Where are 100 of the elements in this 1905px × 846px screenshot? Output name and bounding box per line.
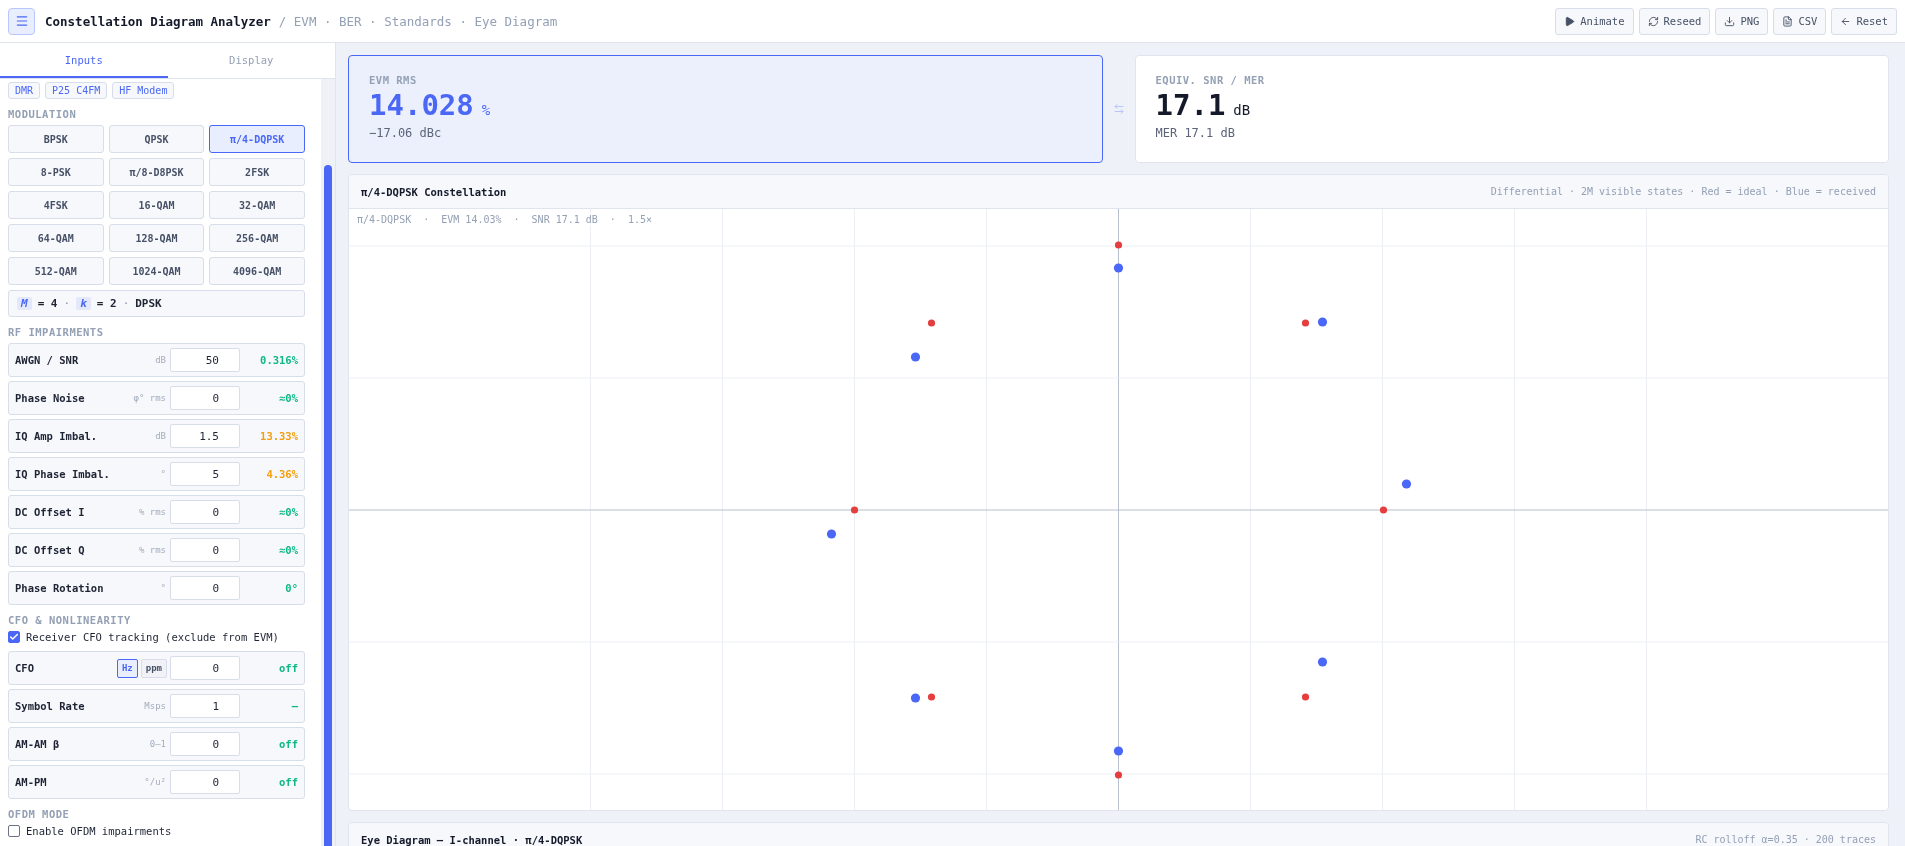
parameter-field[interactable]: 0 bbox=[170, 656, 240, 680]
modulation-option[interactable]: 4FSK bbox=[8, 191, 104, 219]
unit-toggle[interactable]: Hz bbox=[116, 658, 138, 678]
checkbox-label: Receiver CFO tracking (exclude from EVM) bbox=[26, 631, 279, 643]
modulation-option[interactable]: 512-QAM bbox=[8, 257, 104, 285]
card-note: RC rolloff α=0.35 · 200 traces bbox=[1695, 834, 1876, 845]
parameter-field[interactable]: 0 bbox=[170, 732, 240, 756]
evm-contribution: 4.36% bbox=[265, 468, 298, 480]
evm-contribution: 0° bbox=[284, 582, 298, 594]
play-icon bbox=[1564, 15, 1576, 27]
toolbar-button[interactable]: CSV bbox=[1773, 7, 1827, 35]
ideal-point bbox=[850, 506, 859, 514]
modulation-option[interactable]: 32-QAM bbox=[209, 191, 305, 219]
toolbar-button[interactable]: Animate bbox=[1555, 7, 1634, 35]
preset-chip[interactable]: HF Modem bbox=[112, 82, 175, 99]
symbol-badge: M bbox=[17, 297, 32, 310]
parameter-field[interactable]: 5 bbox=[170, 462, 240, 486]
parameter-field[interactable]: 1.5 bbox=[170, 424, 240, 448]
unit-label: ° bbox=[160, 583, 166, 593]
modulation-option[interactable]: π/8-D8PSK bbox=[108, 158, 205, 186]
modulation-option[interactable]: 16-QAM bbox=[108, 191, 205, 219]
toolbar-button[interactable]: Reseed bbox=[1638, 7, 1711, 35]
parameter-label: AM-PM bbox=[15, 776, 48, 788]
unit-label: °/u² bbox=[144, 777, 166, 787]
unit-label: % rms bbox=[138, 507, 166, 517]
breadcrumb: / EVM · BER · Standards · Eye Diagram bbox=[278, 13, 558, 29]
unit-label: dB bbox=[155, 355, 166, 365]
parameter-label: AM-AM β bbox=[15, 738, 61, 750]
ideal-point bbox=[927, 319, 936, 327]
parameter-field[interactable]: 0 bbox=[170, 576, 240, 600]
menu-button[interactable] bbox=[8, 7, 35, 35]
received-point bbox=[1113, 746, 1124, 756]
parameter-label: IQ Amp Imbal. bbox=[15, 430, 99, 442]
unit-label: φ° rms bbox=[133, 393, 166, 403]
parameter-field[interactable]: 0 bbox=[170, 770, 240, 794]
modulation-option[interactable]: QPSK bbox=[108, 125, 205, 153]
modulation-option[interactable]: 64-QAM bbox=[8, 224, 104, 252]
parameter-label: CFO bbox=[15, 662, 35, 674]
scrollbar-thumb[interactable] bbox=[324, 165, 332, 846]
parameter-field[interactable]: 1 bbox=[170, 694, 240, 718]
evm-contribution: ≈0% bbox=[278, 392, 298, 404]
modulation-option[interactable]: 4096-QAM bbox=[209, 257, 305, 285]
unit-toggle[interactable]: ppm bbox=[140, 658, 167, 678]
preset-chip[interactable]: P25 C4FM bbox=[45, 82, 108, 99]
modulation-option[interactable]: BPSK bbox=[8, 125, 104, 153]
evm-contribution: off bbox=[278, 662, 298, 674]
evm-contribution: off bbox=[278, 776, 298, 788]
evm-contribution: off bbox=[278, 738, 298, 750]
arrow-left-icon bbox=[1840, 15, 1852, 27]
modulation-option[interactable]: π/4-DQPSK bbox=[209, 125, 305, 153]
evm-contribution: — bbox=[290, 700, 298, 712]
parameter-label: Symbol Rate bbox=[15, 700, 86, 712]
ideal-point bbox=[1114, 771, 1123, 779]
parameter-field[interactable]: 50 bbox=[170, 348, 240, 372]
separator-dot: · bbox=[63, 297, 71, 310]
received-point bbox=[910, 352, 921, 362]
toolbar-button[interactable]: PNG bbox=[1715, 7, 1769, 35]
modulation-option[interactable]: 1024-QAM bbox=[108, 257, 205, 285]
received-point bbox=[1317, 317, 1328, 327]
metric-value: 17.1 bbox=[1155, 88, 1226, 122]
unit-label: ° bbox=[160, 469, 166, 479]
ideal-point bbox=[1379, 506, 1388, 514]
toolbar-button[interactable]: Reset bbox=[1831, 7, 1897, 35]
download-icon bbox=[1724, 15, 1736, 27]
card-title: π/4-DQPSK Constellation bbox=[361, 185, 507, 198]
parameter-label: AWGN / SNR bbox=[15, 354, 80, 366]
modulation-option[interactable]: 128-QAM bbox=[108, 224, 205, 252]
parameter-field[interactable]: 0 bbox=[170, 538, 240, 562]
unit-label: Msps bbox=[144, 701, 166, 711]
parameter-label: Phase Noise bbox=[15, 392, 86, 404]
app-title: Constellation Diagram Analyzer bbox=[45, 13, 271, 29]
parameter-label: DC Offset I bbox=[15, 506, 86, 518]
evm-contribution: 0.316% bbox=[259, 354, 298, 366]
received-point bbox=[1317, 657, 1328, 667]
modulation-option[interactable]: 8-PSK bbox=[8, 158, 104, 186]
parameter-field[interactable]: 0 bbox=[170, 386, 240, 410]
modulation-option[interactable]: 2FSK bbox=[209, 158, 305, 186]
preset-chip[interactable]: DMR bbox=[8, 82, 41, 99]
plot-caption: π/4-DQPSK · EVM 14.03% · SNR 17.1 dB · 1.5× bbox=[357, 214, 652, 225]
card-title: Eye Diagram — I-channel · π/4-DQPSK bbox=[361, 833, 583, 846]
checkbox[interactable] bbox=[8, 825, 20, 837]
modulation-option[interactable]: 256-QAM bbox=[209, 224, 305, 252]
section-heading: MODULATION bbox=[8, 108, 78, 120]
summary-value: = 2 bbox=[96, 297, 117, 310]
metric-subvalue: MER 17.1 dB bbox=[1155, 126, 1235, 140]
unit-label: % rms bbox=[138, 545, 166, 555]
metric-label: EVM RMS bbox=[369, 74, 417, 86]
parameter-field[interactable]: 0 bbox=[170, 500, 240, 524]
ideal-point bbox=[1301, 319, 1310, 327]
metric-value: 14.028 bbox=[369, 88, 474, 122]
card-note: Differential · 2M visible states · Red = ideal · Blue = received bbox=[1490, 186, 1876, 197]
parameter-label: Phase Rotation bbox=[15, 582, 105, 594]
evm-contribution: ≈0% bbox=[278, 506, 298, 518]
section-heading: RF IMPAIRMENTS bbox=[8, 326, 105, 338]
menu-icon bbox=[14, 14, 29, 28]
evm-contribution: 13.33% bbox=[259, 430, 298, 442]
checkbox[interactable] bbox=[8, 631, 20, 643]
metric-subvalue: −17.06 dBc bbox=[369, 126, 442, 140]
received-point bbox=[1401, 479, 1412, 489]
unit-label: dB bbox=[155, 431, 166, 441]
